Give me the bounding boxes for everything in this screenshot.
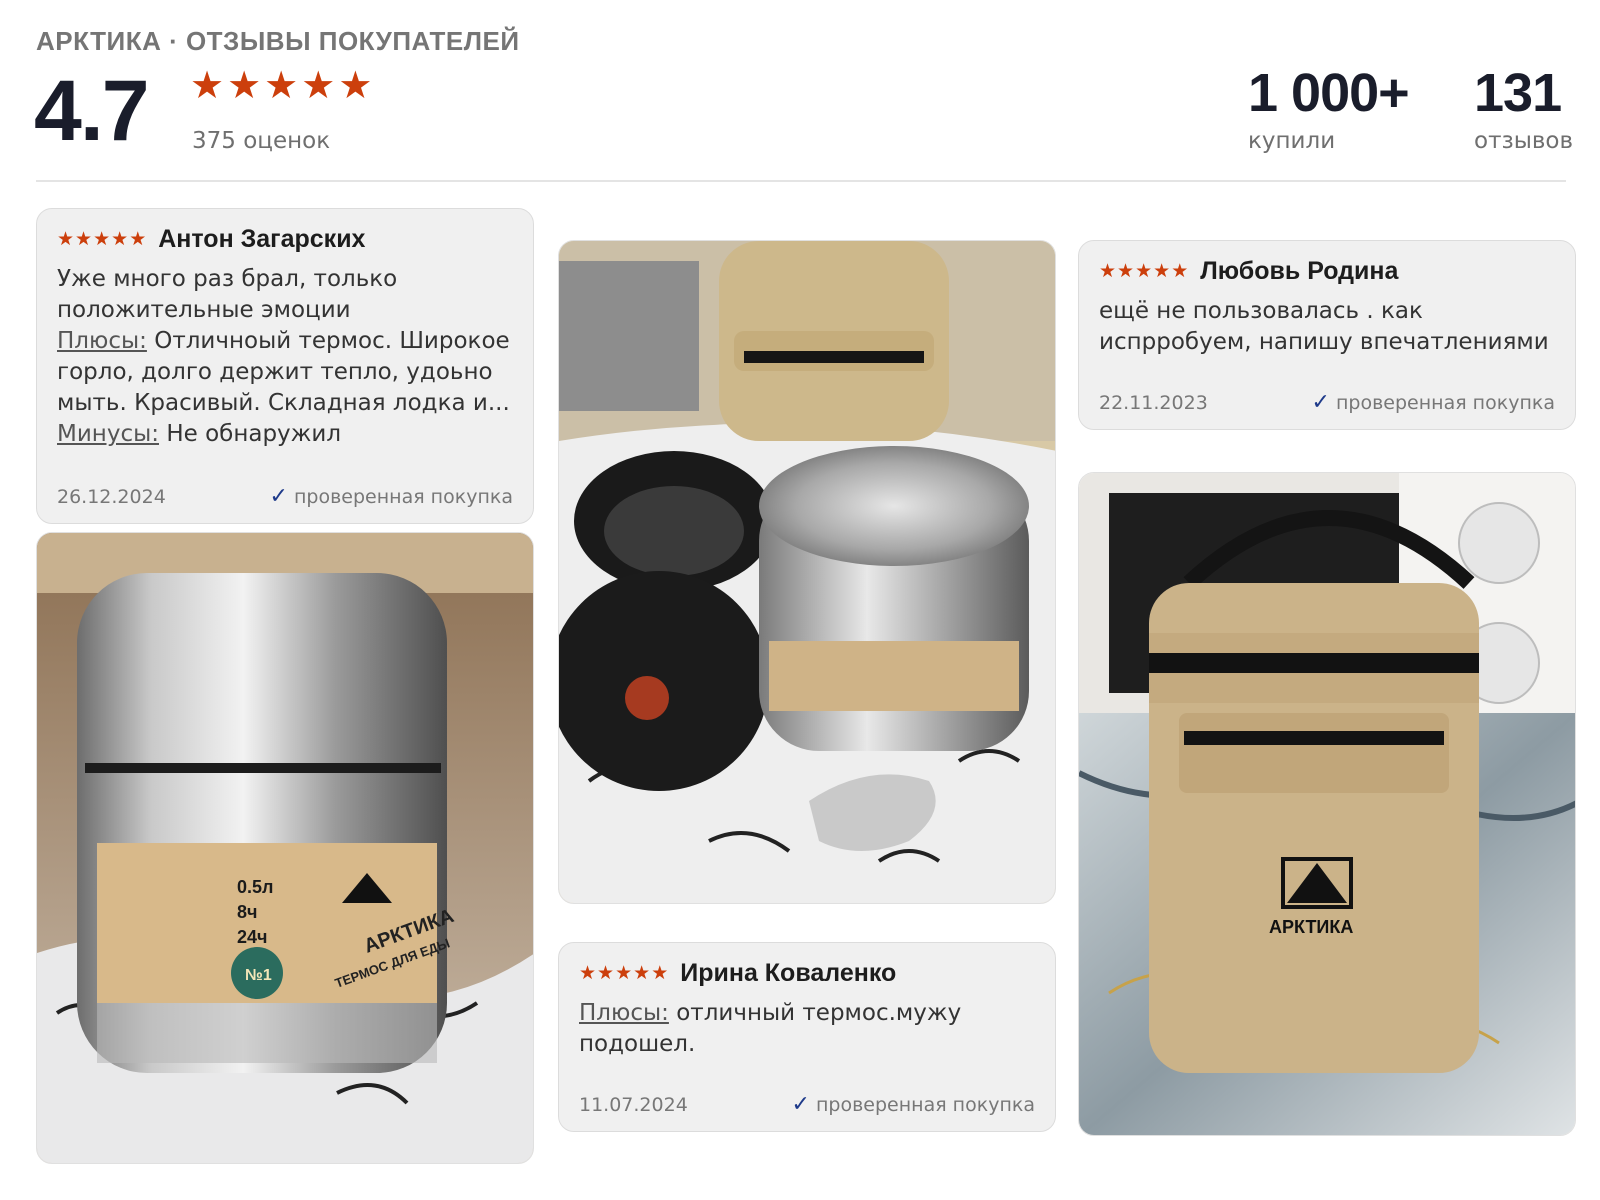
review-text: Плюсы: отличный термос.мужу подошел. bbox=[579, 998, 1035, 1060]
star-icon: ★ bbox=[633, 962, 651, 984]
review-photo-bag[interactable]: АРКТИКА bbox=[1078, 472, 1576, 1136]
review-date: 11.07.2024 bbox=[579, 1093, 688, 1116]
star-icon: ★ bbox=[75, 228, 93, 250]
star-icon: ★ bbox=[301, 63, 336, 107]
star-icon: ★ bbox=[597, 962, 615, 984]
star-icon: ★ bbox=[57, 228, 75, 250]
cons-text: Не обнаружил bbox=[166, 421, 342, 447]
stat-reviews[interactable]: 131 отзывов bbox=[1474, 62, 1573, 154]
check-icon: ✓ bbox=[269, 484, 288, 509]
pros-label: Плюсы: bbox=[57, 328, 147, 354]
stat-bought-value: 1 000+ bbox=[1248, 63, 1410, 123]
page-brand-title: АРКТИКА · ОТЗЫВЫ ПОКУПАТЕЛЕЙ bbox=[36, 26, 520, 56]
star-icon: ★ bbox=[264, 63, 299, 107]
review-text: ещё не пользовалась . как испрробуем, на… bbox=[1099, 298, 1549, 355]
review-author: Любовь Родина bbox=[1200, 257, 1399, 285]
check-icon: ✓ bbox=[1311, 390, 1330, 415]
ratings-count: 375 оценок bbox=[192, 128, 331, 154]
pros-label: Плюсы: bbox=[579, 1000, 669, 1026]
review-author: Антон Загарских bbox=[158, 225, 366, 253]
review-card[interactable]: ★ ★ ★ ★ ★ Ирина Коваленко Плюсы: отличный те… bbox=[558, 942, 1056, 1132]
star-icon: ★ bbox=[1117, 260, 1135, 282]
star-icon: ★ bbox=[129, 228, 147, 250]
review-stars: ★ ★ ★ ★ ★ bbox=[1099, 262, 1188, 281]
star-icon: ★ bbox=[1171, 260, 1189, 282]
review-comment: Уже много раз брал, только положительные… bbox=[57, 266, 398, 323]
cons-label: Минусы: bbox=[57, 421, 159, 447]
rating-stars: ★ ★ ★ ★ ★ bbox=[190, 66, 372, 104]
star-icon: ★ bbox=[227, 63, 262, 107]
star-icon: ★ bbox=[1099, 260, 1117, 282]
star-icon: ★ bbox=[615, 962, 633, 984]
verified-badge: ✓ проверенная покупка bbox=[1312, 390, 1555, 415]
review-stars: ★ ★ ★ ★ ★ bbox=[579, 964, 668, 983]
photo-spec3: 24ч bbox=[237, 927, 267, 947]
star-icon: ★ bbox=[111, 228, 129, 250]
star-icon: ★ bbox=[93, 228, 111, 250]
verified-label: проверенная покупка bbox=[1335, 391, 1555, 414]
photo-brand-label: АРКТИКА bbox=[1269, 917, 1353, 937]
stat-bought-label: купили bbox=[1248, 128, 1336, 154]
review-date: 26.12.2024 bbox=[57, 485, 166, 508]
star-icon: ★ bbox=[190, 63, 225, 107]
photo-spec2: 8ч bbox=[237, 902, 257, 922]
verified-label: проверенная покупка bbox=[815, 1093, 1035, 1116]
photo-spec1: 0.5л bbox=[237, 877, 273, 897]
verified-badge: ✓ проверенная покупка bbox=[792, 1092, 1035, 1117]
verified-badge: ✓ проверенная покупка bbox=[270, 484, 513, 509]
review-author: Ирина Коваленко bbox=[680, 959, 897, 987]
review-photo-open-container[interactable] bbox=[558, 240, 1056, 904]
review-date: 22.11.2023 bbox=[1099, 391, 1208, 414]
average-rating: 4.7 bbox=[34, 63, 150, 159]
star-icon: ★ bbox=[1153, 260, 1171, 282]
photo-badge: №1 bbox=[245, 967, 272, 984]
review-photo-thermos[interactable]: АРКТИКА ТЕРМОС ДЛЯ ЕДЫ 0.5л 8ч 24ч №1 bbox=[36, 532, 534, 1164]
review-text: Уже много раз брал, только положительные… bbox=[57, 264, 513, 450]
header-divider bbox=[36, 180, 1566, 182]
star-icon: ★ bbox=[338, 63, 373, 107]
verified-label: проверенная покупка bbox=[293, 485, 513, 508]
review-card[interactable]: ★ ★ ★ ★ ★ Любовь Родина ещё не пользовалась … bbox=[1078, 240, 1576, 430]
review-card[interactable]: ★ ★ ★ ★ ★ Антон Загарских Уже много раз брал… bbox=[36, 208, 534, 524]
stat-reviews-value: 131 bbox=[1474, 63, 1562, 123]
review-stars: ★ ★ ★ ★ ★ bbox=[57, 230, 146, 249]
star-icon: ★ bbox=[651, 962, 669, 984]
star-icon: ★ bbox=[579, 962, 597, 984]
stat-bought: 1 000+ купили bbox=[1248, 62, 1410, 154]
check-icon: ✓ bbox=[791, 1092, 810, 1117]
star-icon: ★ bbox=[1135, 260, 1153, 282]
stat-reviews-label: отзывов bbox=[1474, 128, 1574, 154]
